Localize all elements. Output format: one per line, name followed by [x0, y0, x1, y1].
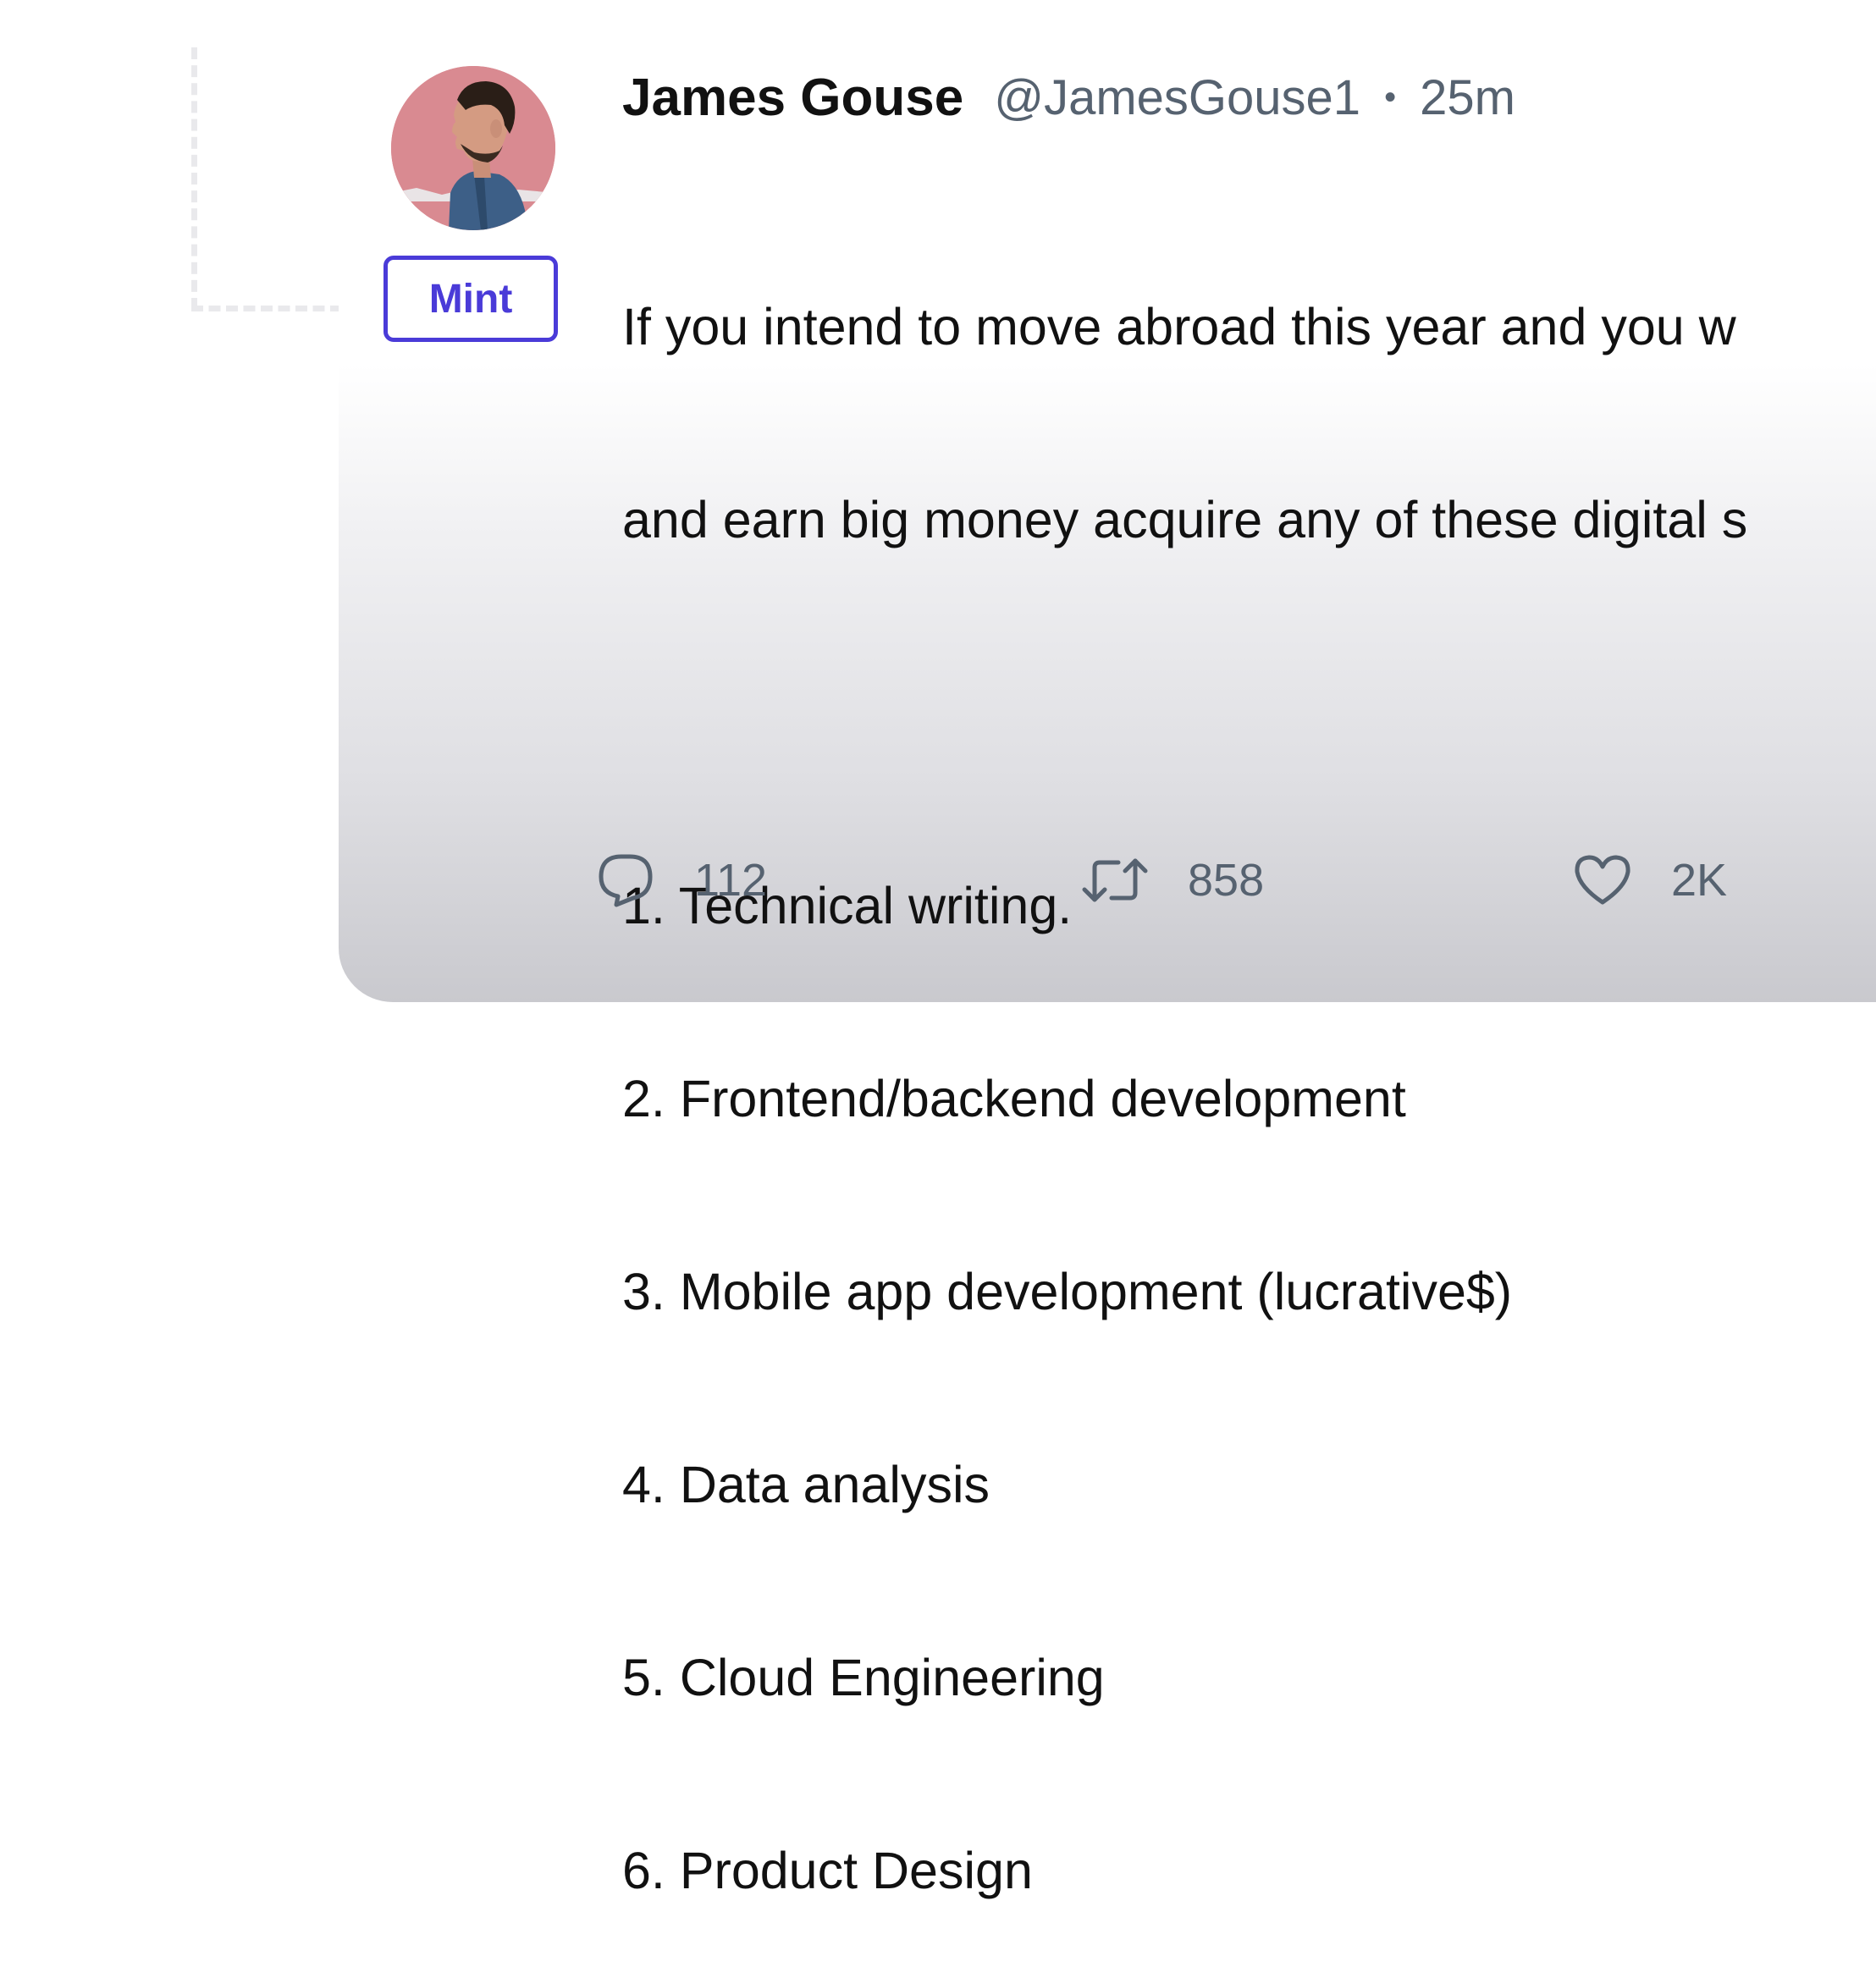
dashed-border-horizontal	[191, 306, 342, 311]
header-separator: •	[1384, 78, 1397, 116]
list-item: 6. Product Design	[622, 1842, 1033, 1899]
tweet-text-line: If you intend to move abroad this year a…	[622, 298, 1736, 355]
tweet-timestamp[interactable]: 25m	[1420, 69, 1515, 126]
reply-button[interactable]: 112	[596, 846, 767, 914]
dashed-border-vertical	[191, 47, 197, 310]
heart-icon	[1575, 855, 1630, 905]
tweet-body: If you intend to move abroad this year a…	[622, 166, 1876, 1967]
tweet-header: James Gouse @JamesGouse1 • 25m	[622, 68, 1515, 127]
author-name[interactable]: James Gouse	[622, 68, 963, 128]
tweet-text-line: and earn big money acquire any of these …	[622, 491, 1748, 548]
like-count: 2K	[1671, 855, 1728, 906]
author-handle[interactable]: @JamesGouse1	[994, 69, 1360, 126]
list-item: 4. Data analysis	[622, 1456, 990, 1513]
speech-bubble-icon	[599, 854, 653, 907]
reply-count: 112	[694, 855, 768, 906]
list-item: 2. Frontend/backend development	[622, 1070, 1406, 1127]
list-item: 5. Cloud Engineering	[622, 1649, 1105, 1706]
like-button[interactable]: 2K	[1573, 846, 1727, 914]
avatar[interactable]	[391, 66, 555, 230]
list-item: 3. Mobile app development (lucrative$)	[622, 1263, 1513, 1320]
retweet-count: 858	[1188, 855, 1265, 906]
retweet-button[interactable]: 858	[1081, 846, 1264, 914]
avatar-portrait	[391, 66, 555, 230]
mint-button[interactable]: Mint	[383, 256, 558, 342]
retweet-arrows-icon	[1082, 858, 1148, 902]
